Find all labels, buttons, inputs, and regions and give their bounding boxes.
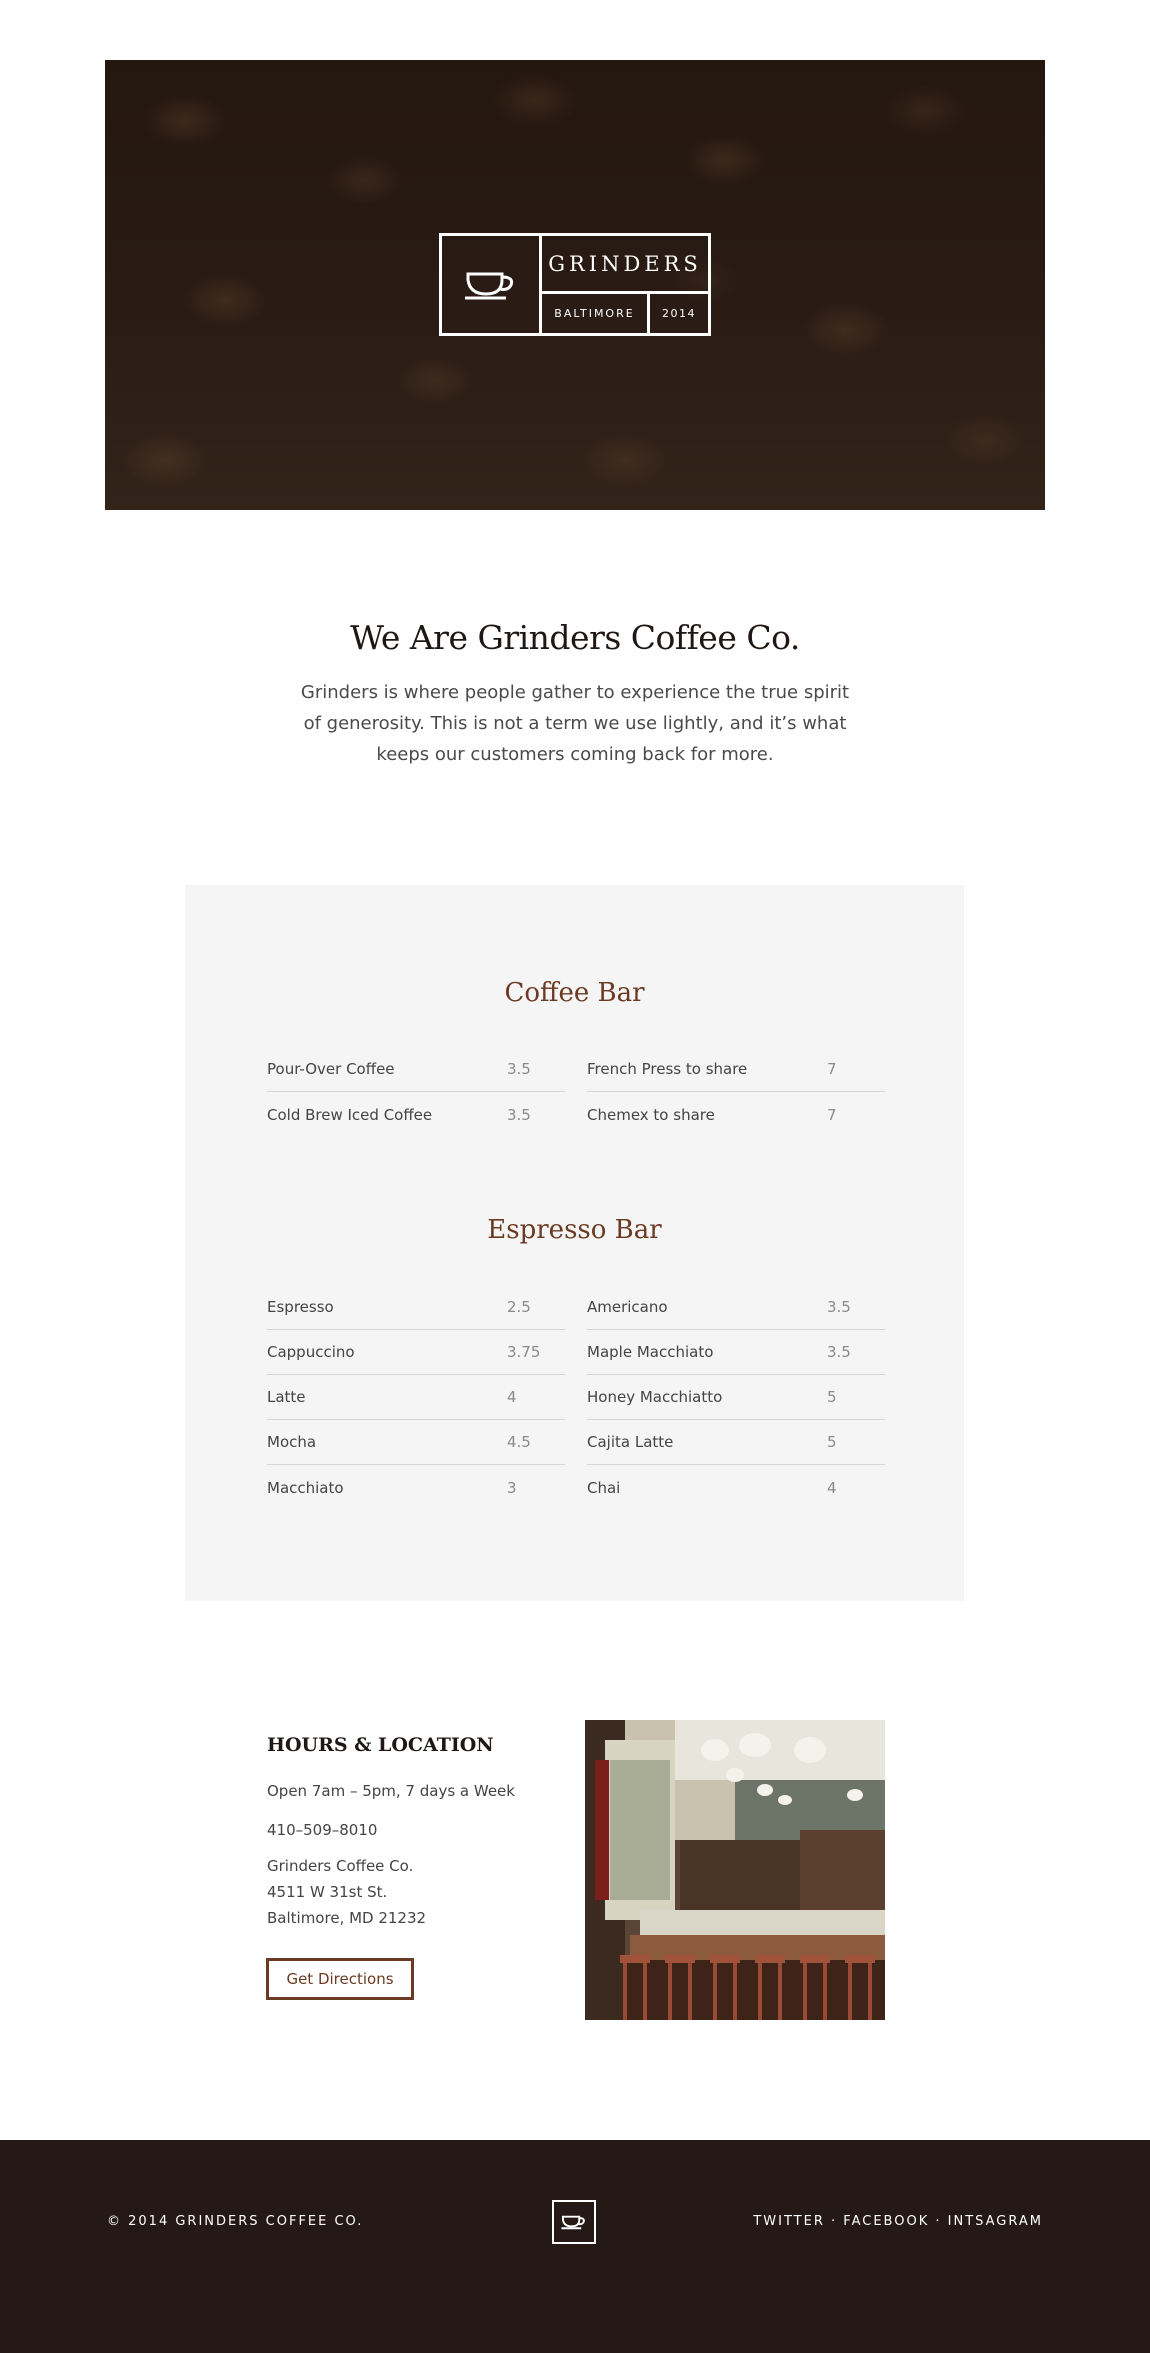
menu-item-name: Espresso (267, 1298, 334, 1316)
menu-item: Chai 4 (587, 1465, 885, 1510)
social-separator: · (935, 2214, 942, 2229)
menu-item-name: Latte (267, 1388, 306, 1406)
menu-item-name: Pour-Over Coffee (267, 1060, 395, 1078)
menu-item-name: Chemex to share (587, 1105, 715, 1124)
address-line: Baltimore, MD 21232 (267, 1909, 427, 1927)
menu-item-name: Maple Macchiato (587, 1343, 714, 1361)
cafe-interior-photo (585, 1720, 885, 2020)
menu-section: Coffee Bar Pour-Over Coffee 3.5 Cold Bre… (185, 885, 964, 1601)
menu-item: Honey Macchiatto 5 (587, 1375, 885, 1420)
facebook-link[interactable]: FACEBOOK (843, 2214, 929, 2229)
menu-item: Macchiato 3 (267, 1465, 565, 1510)
menu-item: Pour-Over Coffee 3.5 (267, 1047, 565, 1092)
brand-logo: GRINDERS BALTIMORE 2014 (439, 233, 711, 336)
menu-item: Chemex to share 7 (587, 1092, 885, 1137)
menu-item-name: Cold Brew Iced Coffee (267, 1105, 433, 1124)
phone-number: 410–509–8010 (267, 1821, 378, 1839)
copyright-text: © 2014 GRINDERS COFFEE CO. (107, 2214, 364, 2229)
menu-item-price: 7 (827, 1105, 837, 1124)
menu-item: Cold Brew Iced Coffee 3.5 (267, 1092, 565, 1137)
espresso-bar-title: Espresso Bar (487, 1215, 662, 1245)
menu-item-price: 3.5 (507, 1105, 531, 1124)
intro-section: We Are Grinders Coffee Co. Grinders is w… (0, 618, 1150, 770)
menu-item-name: Chai (587, 1478, 621, 1497)
brand-name: GRINDERS (542, 236, 708, 294)
address-line: Grinders Coffee Co. (267, 1857, 414, 1875)
menu-item-name: Cappuccino (267, 1343, 355, 1361)
hours-schedule: Open 7am – 5pm, 7 days a Week (267, 1782, 515, 1800)
footer-cup-icon[interactable] (552, 2200, 596, 2244)
menu-item-price: 5 (827, 1388, 837, 1406)
coffee-bar-left-list: Pour-Over Coffee 3.5 Cold Brew Iced Coff… (267, 1047, 565, 1137)
social-separator: · (831, 2214, 838, 2229)
brand-year: 2014 (662, 307, 696, 320)
get-directions-button[interactable]: Get Directions (266, 1958, 414, 2000)
hours-title: HOURS & LOCATION (267, 1734, 494, 1756)
coffee-cup-icon (442, 236, 542, 333)
address-line: 4511 W 31st St. (267, 1883, 388, 1901)
menu-item-price: 3.5 (507, 1060, 531, 1078)
menu-item-price: 4 (507, 1388, 517, 1406)
menu-item-price: 4 (827, 1478, 837, 1497)
site-footer: © 2014 GRINDERS COFFEE CO. TWITTER · FAC… (0, 2140, 1150, 2353)
menu-item: Cappuccino 3.75 (267, 1330, 565, 1375)
brand-city: BALTIMORE (542, 294, 650, 333)
menu-item-name: Macchiato (267, 1478, 344, 1497)
menu-item: Americano 3.5 (587, 1285, 885, 1330)
menu-item: Latte 4 (267, 1375, 565, 1420)
menu-item-price: 4.5 (507, 1433, 531, 1451)
menu-item-price: 3.5 (827, 1343, 851, 1361)
menu-item-price: 5 (827, 1433, 837, 1451)
menu-item: Cajita Latte 5 (587, 1420, 885, 1465)
menu-item-name: Mocha (267, 1433, 317, 1451)
coffee-bar-title: Coffee Bar (504, 978, 645, 1008)
intro-body: Grinders is where people gather to exper… (300, 682, 850, 765)
menu-item-price: 3.5 (827, 1298, 851, 1316)
instagram-link[interactable]: INTSAGRAM (948, 2214, 1043, 2229)
menu-item-price: 7 (827, 1060, 837, 1078)
intro-title: We Are Grinders Coffee Co. (350, 618, 800, 657)
menu-item: Mocha 4.5 (267, 1420, 565, 1465)
menu-item-name: French Press to share (587, 1060, 748, 1078)
menu-item-price: 2.5 (507, 1298, 531, 1316)
menu-item-price: 3 (507, 1478, 517, 1497)
menu-item: French Press to share 7 (587, 1047, 885, 1092)
social-links: TWITTER · FACEBOOK · INTSAGRAM (753, 2214, 1043, 2229)
espresso-bar-left-list: Espresso 2.5 Cappuccino 3.75 Latte 4 Moc… (267, 1285, 565, 1510)
twitter-link[interactable]: TWITTER (753, 2214, 825, 2229)
hero-banner: GRINDERS BALTIMORE 2014 (105, 60, 1045, 510)
espresso-bar-right-list: Americano 3.5 Maple Macchiato 3.5 Honey … (587, 1285, 885, 1510)
menu-item: Espresso 2.5 (267, 1285, 565, 1330)
menu-item-price: 3.75 (507, 1343, 541, 1361)
menu-item-name: Cajita Latte (587, 1433, 674, 1451)
address: Grinders Coffee Co. 4511 W 31st St. Balt… (267, 1853, 426, 1931)
menu-item: Maple Macchiato 3.5 (587, 1330, 885, 1375)
menu-item-name: Americano (587, 1298, 668, 1316)
coffee-bar-right-list: French Press to share 7 Chemex to share … (587, 1047, 885, 1137)
menu-item-name: Honey Macchiatto (587, 1388, 723, 1406)
